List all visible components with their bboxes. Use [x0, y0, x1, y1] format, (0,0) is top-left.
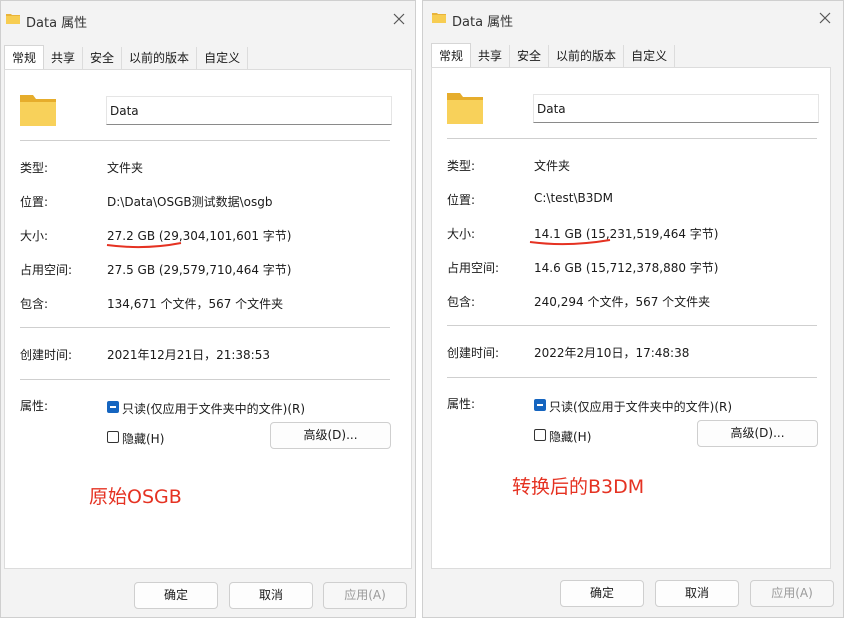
tab-customize[interactable]: 自定义 — [197, 47, 249, 69]
tab-general[interactable]: 常规 — [431, 43, 472, 67]
type-label: 类型: — [20, 161, 49, 175]
close-icon[interactable] — [815, 8, 835, 28]
tab-security[interactable]: 安全 — [510, 45, 550, 67]
type-value: 文件夹 — [534, 159, 571, 173]
hidden-label: 隐藏(H) — [122, 432, 165, 446]
window-title: Data 属性 — [26, 16, 88, 31]
tab-strip: 常规 共享 安全 以前的版本 自定义 — [431, 43, 676, 67]
readonly-checkbox[interactable] — [534, 399, 546, 411]
properties-dialog-left: Data 属性 常规 共享 安全 以前的版本 自定义 类型: 文件夹 位置: D… — [0, 0, 416, 618]
tab-previous-versions[interactable]: 以前的版本 — [122, 47, 198, 69]
folder-icon — [20, 95, 56, 126]
attributes-label: 属性: — [447, 397, 476, 411]
divider — [20, 327, 390, 328]
location-label: 位置: — [20, 195, 49, 209]
title-bar: Data 属性 — [1, 1, 415, 37]
tab-previous-versions[interactable]: 以前的版本 — [549, 45, 625, 67]
tab-strip: 常规 共享 安全 以前的版本 自定义 — [4, 45, 249, 69]
ok-button[interactable]: 确定 — [560, 580, 644, 607]
location-value: D:\Data\OSGB测试数据\osgb — [107, 195, 273, 209]
contains-label: 包含: — [447, 295, 476, 309]
tab-sharing[interactable]: 共享 — [44, 47, 84, 69]
properties-dialog-right: Data 属性 常规 共享 安全 以前的版本 自定义 类型: 文件夹 位置: C… — [422, 0, 844, 618]
tab-general[interactable]: 常规 — [4, 45, 45, 69]
apply-button[interactable]: 应用(A) — [323, 582, 407, 609]
readonly-label: 只读(仅应用于文件夹中的文件)(R) — [549, 400, 733, 414]
tab-sharing[interactable]: 共享 — [471, 45, 511, 67]
apply-button[interactable]: 应用(A) — [750, 580, 834, 607]
location-label: 位置: — [447, 193, 476, 207]
red-underline — [106, 242, 182, 249]
created-value: 2021年12月21日，21:38:53 — [107, 348, 270, 362]
disk-size-value: 14.6 GB (15,712,378,880 字节) — [534, 261, 719, 275]
folder-name-input[interactable] — [533, 94, 819, 123]
created-label: 创建时间: — [20, 348, 73, 362]
folder-icon — [447, 93, 483, 124]
general-panel: 类型: 文件夹 位置: C:\test\B3DM 大小: 14.1 GB (15… — [431, 67, 831, 569]
created-value: 2022年2月10日，17:48:38 — [534, 346, 690, 360]
divider — [20, 140, 390, 141]
type-label: 类型: — [447, 159, 476, 173]
cancel-button[interactable]: 取消 — [229, 582, 313, 609]
disk-size-value: 27.5 GB (29,579,710,464 字节) — [107, 263, 292, 277]
advanced-button[interactable]: 高级(D)... — [270, 422, 391, 449]
annotation-text: 原始OSGB — [89, 486, 182, 508]
type-value: 文件夹 — [107, 161, 144, 175]
contains-value: 240,294 个文件，567 个文件夹 — [534, 295, 711, 309]
readonly-label: 只读(仅应用于文件夹中的文件)(R) — [122, 402, 306, 416]
close-icon[interactable] — [389, 9, 409, 29]
tab-customize[interactable]: 自定义 — [624, 45, 676, 67]
title-bar: Data 属性 — [423, 1, 843, 37]
red-underline — [529, 239, 611, 246]
contains-label: 包含: — [20, 297, 49, 311]
divider — [20, 379, 390, 380]
general-panel: 类型: 文件夹 位置: D:\Data\OSGB测试数据\osgb 大小: 27… — [4, 69, 412, 569]
folder-icon — [6, 14, 20, 24]
annotation-text: 转换后的B3DM — [512, 476, 645, 498]
disk-size-label: 占用空间: — [447, 261, 500, 275]
folder-icon — [432, 13, 446, 23]
created-label: 创建时间: — [447, 346, 500, 360]
readonly-checkbox[interactable] — [107, 401, 119, 413]
cancel-button[interactable]: 取消 — [655, 580, 739, 607]
divider — [447, 325, 817, 326]
location-value: C:\test\B3DM — [534, 191, 614, 205]
size-label: 大小: — [20, 229, 49, 243]
contains-value: 134,671 个文件，567 个文件夹 — [107, 297, 284, 311]
advanced-button[interactable]: 高级(D)... — [697, 420, 818, 447]
divider — [447, 138, 817, 139]
size-label: 大小: — [447, 227, 476, 241]
divider — [447, 377, 817, 378]
hidden-checkbox[interactable] — [107, 431, 119, 443]
ok-button[interactable]: 确定 — [134, 582, 218, 609]
disk-size-label: 占用空间: — [20, 263, 73, 277]
hidden-checkbox[interactable] — [534, 429, 546, 441]
tab-security[interactable]: 安全 — [83, 47, 123, 69]
attributes-label: 属性: — [20, 399, 49, 413]
hidden-label: 隐藏(H) — [549, 430, 592, 444]
window-title: Data 属性 — [452, 15, 514, 30]
folder-name-input[interactable] — [106, 96, 392, 125]
